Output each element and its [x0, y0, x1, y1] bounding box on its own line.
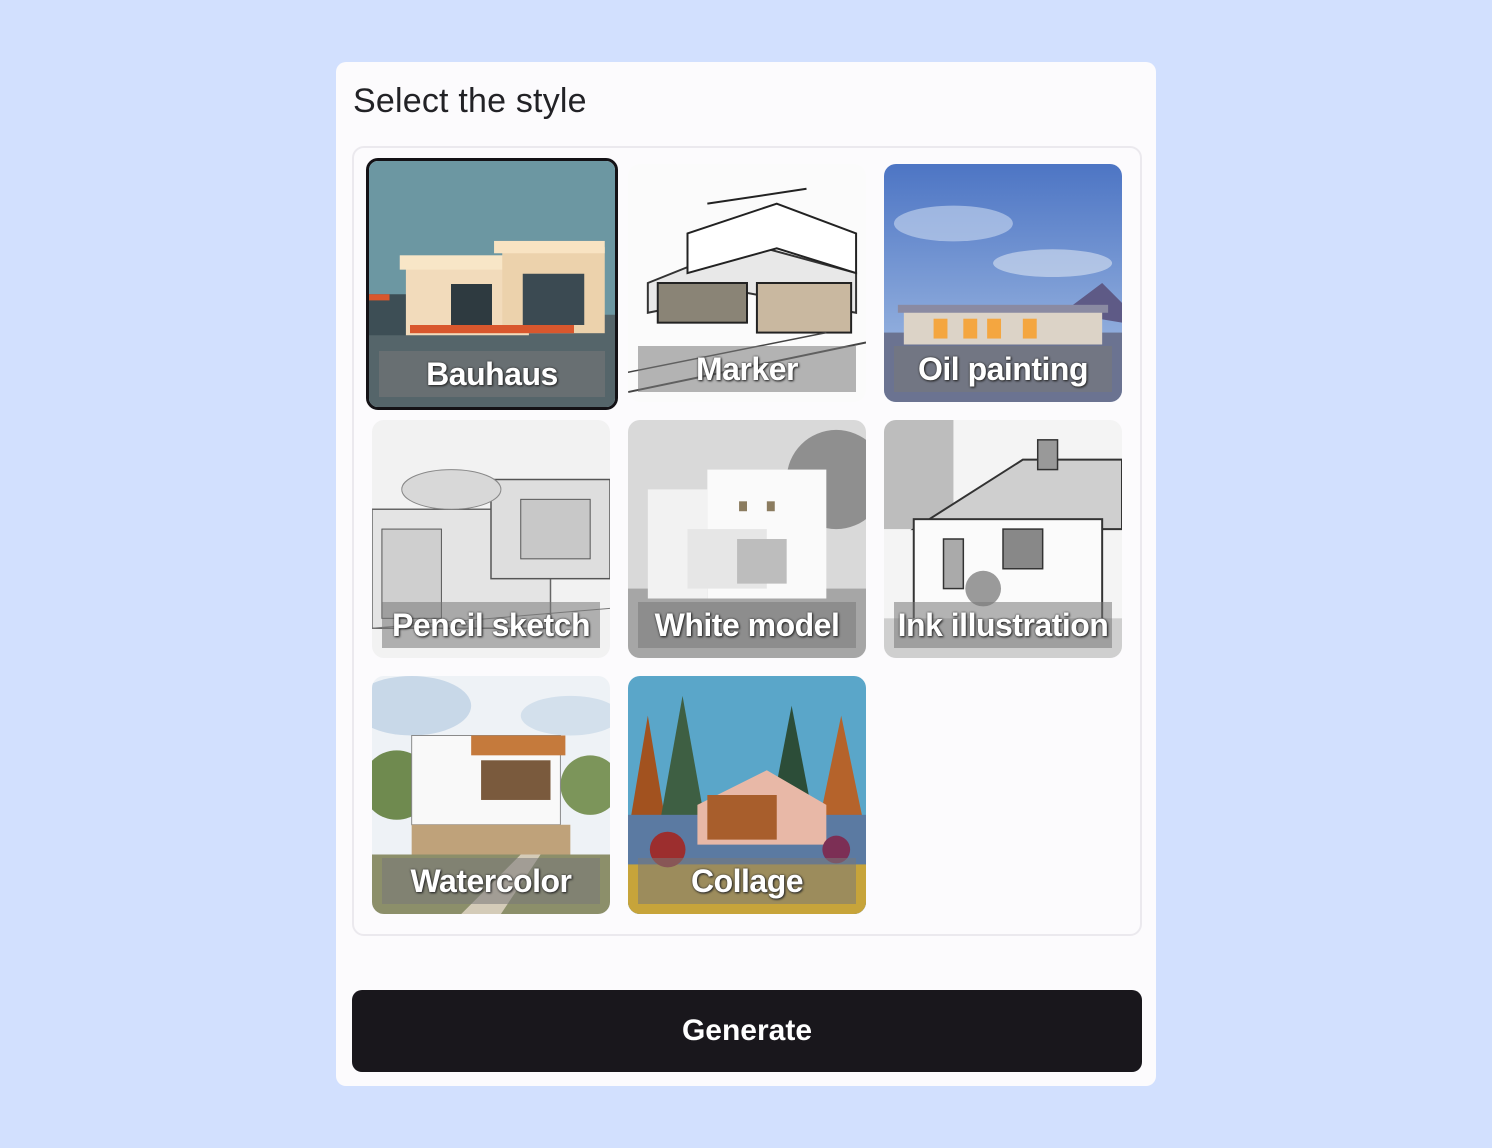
style-tile-ink-illustration[interactable]: Ink illustration: [884, 420, 1122, 658]
style-tile-pencil-sketch[interactable]: Pencil sketch: [372, 420, 610, 658]
style-grid: Bauhaus Marker Oil painting Pencil sketc…: [352, 146, 1142, 936]
style-label: White model: [654, 607, 840, 643]
panel-title: Select the style: [353, 82, 587, 120]
style-tile-watercolor[interactable]: Watercolor: [372, 676, 610, 914]
style-label: Watercolor: [410, 863, 572, 899]
style-label: Marker: [696, 351, 798, 387]
style-label: Ink illustration: [897, 607, 1109, 643]
style-tile-white-model[interactable]: White model: [628, 420, 866, 658]
style-label: Bauhaus: [426, 356, 558, 392]
style-tile-bauhaus[interactable]: Bauhaus: [366, 158, 618, 410]
style-label: Pencil sketch: [391, 607, 591, 643]
style-tile-marker[interactable]: Marker: [628, 164, 866, 402]
style-tile-collage[interactable]: Collage: [628, 676, 866, 914]
style-tile-oil-painting[interactable]: Oil painting: [884, 164, 1122, 402]
style-selector-panel: Select the style Bauhaus Marker Oil pain…: [336, 62, 1156, 1086]
generate-button[interactable]: Generate: [352, 990, 1142, 1072]
style-label: Collage: [690, 863, 804, 899]
style-label: Oil painting: [918, 351, 1088, 387]
